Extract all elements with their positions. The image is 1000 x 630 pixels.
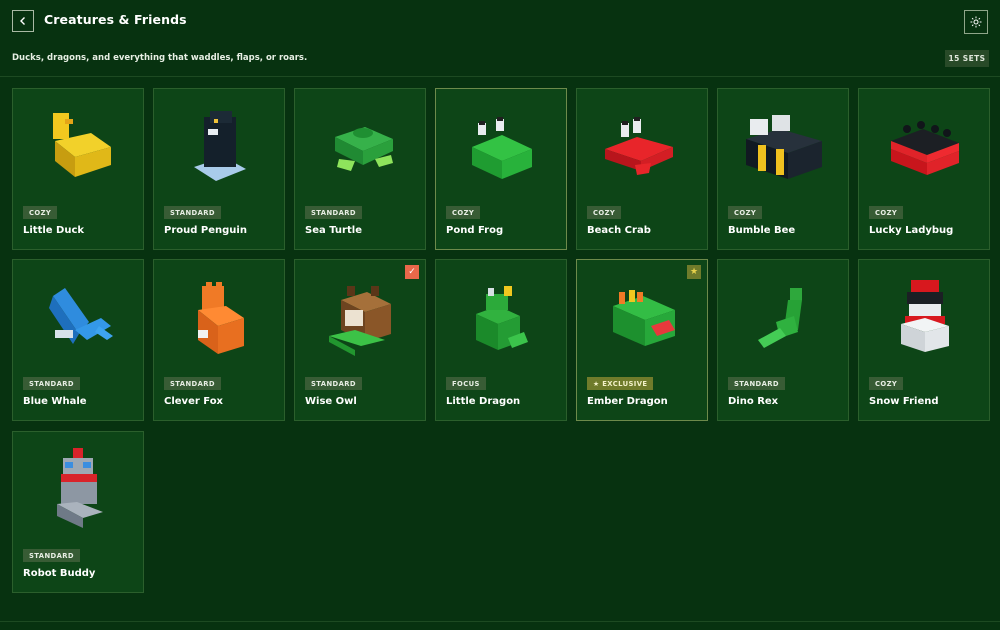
set-name: Lucky Ladybug	[869, 225, 954, 236]
set-tag: STANDARD	[305, 377, 362, 390]
proud-penguin-image	[194, 111, 246, 181]
set-name: Bumble Bee	[728, 225, 796, 236]
set-tag: COZY	[446, 206, 481, 219]
set-name: Sea Turtle	[305, 225, 362, 236]
set-card-blue-whale[interactable]: STANDARD Blue Whale	[12, 259, 144, 421]
lucky-ladybug-image	[891, 121, 959, 175]
set-card-clever-fox[interactable]: STANDARD Clever Fox	[153, 259, 285, 421]
set-card-little-dragon[interactable]: FOCUS Little Dragon	[435, 259, 567, 421]
set-tag: STANDARD	[23, 377, 80, 390]
settings-button[interactable]	[964, 10, 988, 34]
wise-owl-image	[329, 286, 391, 356]
set-name: Ember Dragon	[587, 396, 668, 407]
little-duck-image	[53, 113, 111, 177]
page-title: Creatures & Friends	[44, 12, 187, 27]
set-name: Proud Penguin	[164, 225, 247, 236]
sun-icon	[970, 16, 982, 28]
set-name: Wise Owl	[305, 396, 357, 407]
exclusive-tag: ★ EXCLUSIVE	[587, 377, 654, 390]
back-button[interactable]	[12, 10, 34, 32]
set-card-little-duck[interactable]: COZY Little Duck	[12, 88, 144, 250]
little-dragon-image	[476, 286, 528, 350]
set-tag: STANDARD	[164, 206, 221, 219]
robot-buddy-image	[57, 448, 103, 528]
set-tag: COZY	[728, 206, 763, 219]
set-tag: COZY	[869, 206, 904, 219]
set-name: Little Dragon	[446, 396, 521, 407]
beach-crab-image	[605, 117, 673, 175]
set-name: Little Duck	[23, 225, 85, 236]
set-tag: STANDARD	[728, 377, 785, 390]
sea-turtle-image	[335, 127, 393, 171]
set-tag: COZY	[869, 377, 904, 390]
set-name: Beach Crab	[587, 225, 651, 236]
set-name: Clever Fox	[164, 396, 224, 407]
set-name: Dino Rex	[728, 396, 779, 407]
set-name: Robot Buddy	[23, 568, 96, 579]
divider	[0, 76, 1000, 77]
ember-dragon-image	[613, 290, 675, 346]
set-card-snow-friend[interactable]: COZY Snow Friend	[858, 259, 990, 421]
set-tag: COZY	[587, 206, 622, 219]
set-card-dino-rex[interactable]: STANDARD Dino Rex	[717, 259, 849, 421]
set-card-pond-frog[interactable]: COZY Pond Frog	[435, 88, 567, 250]
bumble-bee-image	[746, 115, 822, 179]
set-card-beach-crab[interactable]: COZY Beach Crab	[576, 88, 708, 250]
set-tag: STANDARD	[23, 549, 80, 562]
set-tag: COZY	[23, 206, 58, 219]
snow-friend-image	[901, 280, 949, 352]
set-name: Snow Friend	[869, 396, 939, 407]
header: Creatures & Friends	[0, 0, 1000, 44]
set-name: Blue Whale	[23, 396, 87, 407]
set-card-proud-penguin[interactable]: STANDARD Proud Penguin	[153, 88, 285, 250]
dino-rex-image	[758, 288, 802, 348]
chevron-left-icon	[20, 17, 25, 25]
set-card-ember-dragon[interactable]: ★ ★ EXCLUSIVE Ember Dragon	[576, 259, 708, 421]
clever-fox-image	[198, 282, 244, 354]
set-card-lucky-ladybug[interactable]: COZY Lucky Ladybug	[858, 88, 990, 250]
set-tag: STANDARD	[305, 206, 362, 219]
set-card-wise-owl[interactable]: ✓ STANDARD Wise Owl	[294, 259, 426, 421]
collection-description: Ducks, dragons, and everything that wadd…	[12, 53, 308, 63]
set-card-robot-buddy[interactable]: STANDARD Robot Buddy	[12, 431, 144, 593]
pond-frog-image	[472, 117, 532, 179]
blue-whale-image	[49, 288, 113, 344]
set-card-sea-turtle[interactable]: STANDARD Sea Turtle	[294, 88, 426, 250]
set-count-badge: 15 SETS	[945, 50, 989, 67]
set-name: Pond Frog	[446, 225, 504, 236]
bottom-divider	[0, 621, 1000, 622]
set-tag: FOCUS	[446, 377, 486, 390]
set-tag: STANDARD	[164, 377, 221, 390]
set-card-bumble-bee[interactable]: COZY Bumble Bee	[717, 88, 849, 250]
